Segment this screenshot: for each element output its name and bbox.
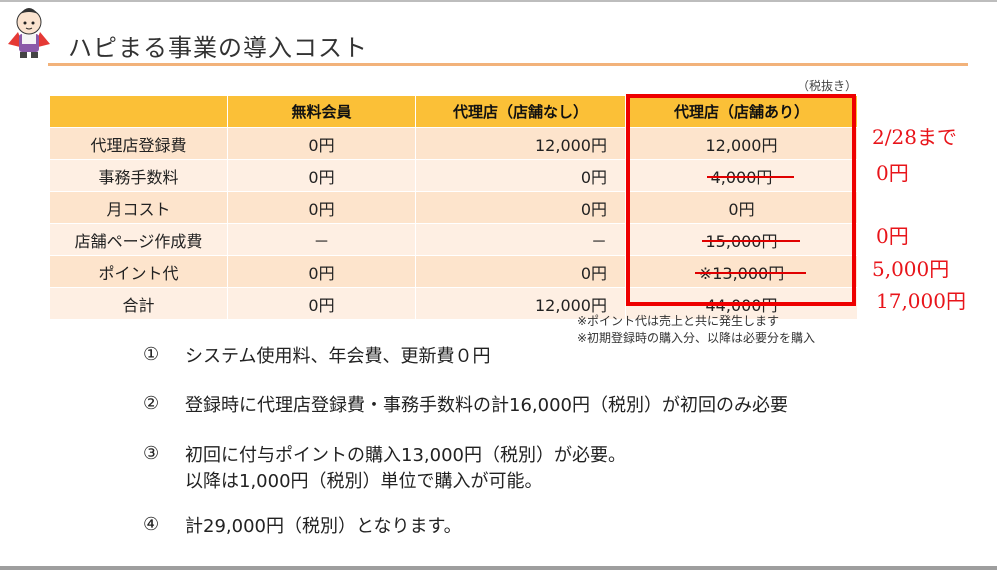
cell-no-store: － [415,223,626,256]
header-free-member: 無料会員 [227,95,416,128]
cell-free: 0円 [227,287,416,320]
cell-free: 0円 [227,127,416,160]
item-number: ④ [143,514,160,535]
cell-no-store: 12,000円 [415,127,626,160]
slide-title: ハピまる事業の導入コスト [68,34,368,62]
item-text: 計29,000円（税別）となります。 [185,516,462,537]
item-text: システム使用料、年会費、更新費０円 [185,346,491,367]
header-agency-no-store: 代理店（店舗なし） [415,95,626,128]
row-label: 事務手数料 [49,159,228,192]
samurai-mascot-icon [8,8,50,58]
note-total-price: 17,000円 [876,289,966,313]
item-text-line2: 以降は1,000円（税別）単位で購入が可能。 [185,471,543,492]
cell-free: 0円 [227,159,416,192]
row-label: 店舗ページ作成費 [49,223,228,256]
item-number: ② [143,393,160,414]
slide-top-border [0,0,997,2]
item-text: 初回に付与ポイントの購入13,000円（税別）が必要。 [185,445,626,466]
row-label: 合計 [49,287,228,320]
footnote-initial-purchase: ※初期登録時の購入分、以降は必要分を購入 [577,331,816,345]
item-number: ③ [143,443,160,464]
cell-no-store: 0円 [415,159,626,192]
note-page-zero: 0円 [876,224,909,248]
note-points-price: 5,000円 [872,257,950,281]
row-label: 月コスト [49,191,228,224]
slide-bottom-border [0,566,997,570]
row-label: ポイント代 [49,255,228,288]
row-label: 代理店登録費 [49,127,228,160]
cell-no-store: 0円 [415,191,626,224]
cell-free: － [227,223,416,256]
tax-excluded-note: （税抜き） [797,79,858,93]
highlight-box [626,94,856,306]
note-registration-deadline: 2/28まで [872,125,957,149]
cell-free: 0円 [227,255,416,288]
footnote-points: ※ポイント代は売上と共に発生します [577,314,780,328]
header-empty [49,95,228,128]
note-fee-zero: 0円 [876,161,909,185]
title-underline [48,63,968,66]
item-text: 登録時に代理店登録費・事務手数料の計16,000円（税別）が初回のみ必要 [185,395,788,416]
cell-free: 0円 [227,191,416,224]
cell-no-store: 0円 [415,255,626,288]
item-number: ① [143,344,160,365]
